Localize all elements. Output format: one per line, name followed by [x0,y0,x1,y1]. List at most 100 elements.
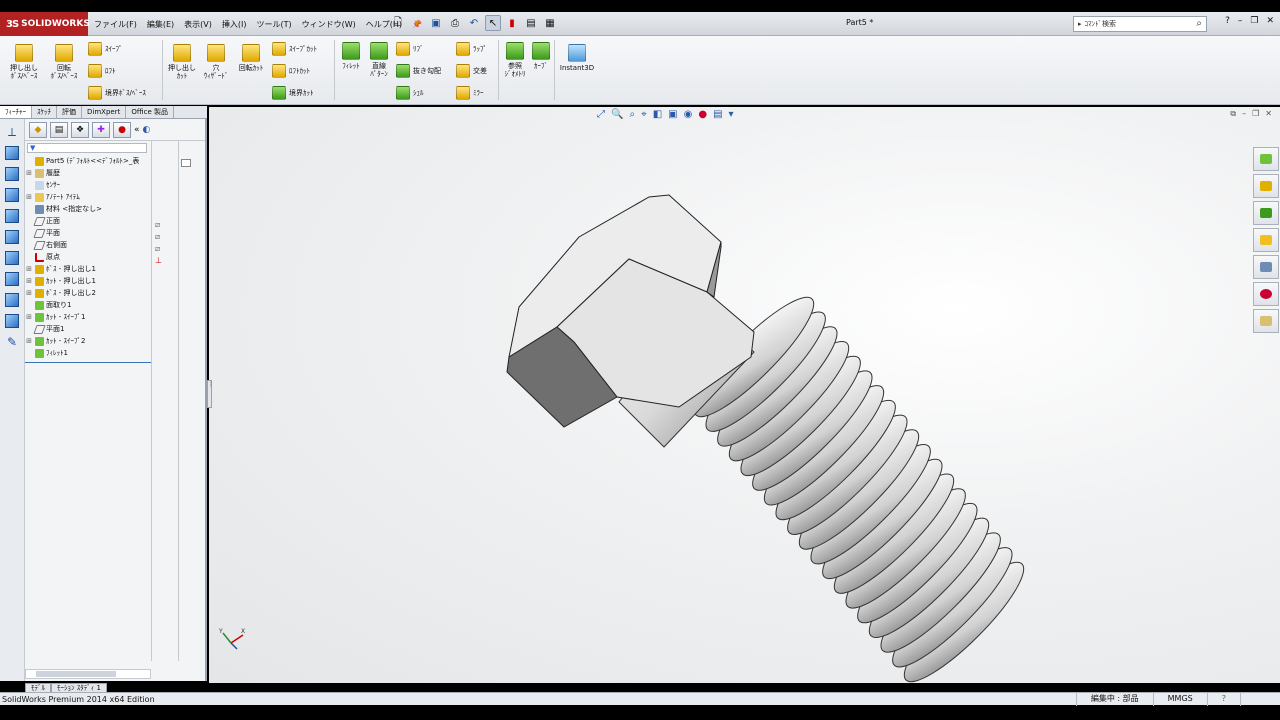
normal-to-icon[interactable]: ⟂ [4,124,20,140]
tree-item-top-plane[interactable]: 平面 [25,227,151,239]
tree-item-cut-extrude1[interactable]: ⊞ ｶｯﾄ - 押し出し1 [25,275,151,287]
expand-icon[interactable]: ⊞ [25,277,33,285]
expand-icon[interactable]: ⊞ [25,337,33,345]
shell-button[interactable]: ｼｪﾙ [396,86,424,100]
tree-item-boss-extrude1[interactable]: ⊞ ﾎﾞｽ - 押し出し1 [25,263,151,275]
menu-window[interactable]: ウィンドウ(W) [302,19,356,30]
sweep-cut-button[interactable]: ｽｲｰﾌﾟｶｯﾄ [272,42,317,56]
select-pointer-icon[interactable]: ↖ [485,15,501,31]
bolt-model[interactable] [209,107,1280,683]
isometric-view-icon[interactable] [4,271,20,287]
tree-item-part[interactable]: Part5 (ﾃﾞﾌｫﾙﾄ<<ﾃﾞﾌｫﾙﾄ>_表 [25,155,151,167]
panel-splitter-handle[interactable]: ⋮ [207,380,214,408]
tree-horizontal-scrollbar[interactable] [25,669,151,679]
new-document-icon[interactable]: 🗋 [390,15,406,31]
home-icon[interactable] [1253,174,1279,198]
wrap-button[interactable]: ﾗｯﾌﾟ [456,42,487,56]
trimetric-view-icon[interactable] [4,292,20,308]
feature-tree-tab-icon[interactable]: ◆ [29,121,47,138]
design-library-icon[interactable] [1253,201,1279,225]
menu-insert[interactable]: 挿入(I) [222,19,247,30]
reference-geometry-button[interactable]: 参照 ｼﾞｵﾒﾄﾘ [502,42,528,78]
solidworks-resources-icon[interactable] [1253,147,1279,171]
collapse-chevron-icon[interactable]: « [134,125,140,135]
tree-item-front-plane[interactable]: 正面 [25,215,151,227]
fillet-button[interactable]: ﾌｨﾚｯﾄ [338,42,364,70]
rollback-bar[interactable] [25,362,151,363]
instant3d-button[interactable]: Instant3D [558,44,596,72]
view-palette-icon[interactable] [1253,255,1279,279]
dimxpert-manager-tab-icon[interactable]: ✚ [92,121,110,138]
left-view-icon[interactable] [4,187,20,203]
boundary-boss-button[interactable]: 境界ﾎﾞｽ/ﾍﾞｰｽ [88,86,146,100]
print-icon[interactable]: ⎙ [447,15,463,31]
configuration-manager-tab-icon[interactable]: ❖ [71,121,89,138]
tree-item-sensors[interactable]: ｾﾝｻｰ [25,179,151,191]
boundary-cut-button[interactable]: 境界ｶｯﾄ [272,86,314,100]
panel-checkbox[interactable] [181,159,191,167]
display-manager-tab-icon[interactable]: ● [113,121,131,138]
unit-system[interactable]: MMGS [1152,693,1207,706]
solidworks-logo[interactable]: 3S SOLIDWORKS [0,12,90,36]
intersect-button[interactable]: 交差 [456,64,487,78]
extrude-cut-button[interactable]: 押し出し ｶｯﾄ [166,44,198,80]
tree-item-plane1[interactable]: 平面1 [25,323,151,335]
back-view-icon[interactable] [4,166,20,182]
appearance-icon[interactable]: ◐ [143,125,151,135]
right-view-icon[interactable] [4,208,20,224]
appearances-scenes-icon[interactable] [1253,282,1279,306]
menu-file[interactable]: ファイル(F) [94,19,137,30]
draft-button[interactable]: 抜き勾配 [396,64,441,78]
tab-sketch[interactable]: ｽｹｯﾁ [32,106,57,118]
revolve-boss-button[interactable]: 回転 ﾎﾞｽ/ﾍﾞｰｽ [46,44,82,80]
linear-pattern-button[interactable]: 直線 ﾊﾟﾀｰﾝ [366,42,392,78]
options-icon[interactable]: ▦ [542,15,558,31]
property-manager-tab-icon[interactable]: ▤ [50,121,68,138]
search-icon[interactable]: ⌕ [1196,18,1202,29]
close-icon[interactable]: ✕ [1266,16,1274,26]
dimetric-view-icon[interactable] [4,313,20,329]
save-icon[interactable]: ▣ [428,15,444,31]
tab-dimxpert[interactable]: DimXpert [82,106,127,118]
loft-cut-button[interactable]: ﾛﾌﾄｶｯﾄ [272,64,310,78]
scrollbar-thumb[interactable] [36,671,116,677]
expand-icon[interactable]: ⊞ [25,289,33,297]
expand-icon[interactable]: ⊞ [25,193,33,201]
expand-icon[interactable]: ⊞ [25,169,33,177]
tree-item-cut-sweep2[interactable]: ⊞ ｶｯﾄ - ｽｲｰﾌﾟ2 [25,335,151,347]
sweep-button[interactable]: ｽｲｰﾌﾟ [88,42,123,56]
file-explorer-icon[interactable] [1253,228,1279,252]
feature-filter-input[interactable]: ▼ [27,143,147,153]
help-icon[interactable]: ? [1225,16,1230,26]
graphics-area[interactable]: ⤢ 🔍 ⌕ ⌖ ◧ ▣ ◉ ● ▤ ▾ ⧉ – ❐ ✕ Y X [209,107,1280,683]
tab-evaluate[interactable]: 評価 [57,106,82,118]
help-status-icon[interactable]: ? [1206,693,1240,706]
top-view-icon[interactable] [4,229,20,245]
curves-button[interactable]: ｶｰﾌﾞ [530,42,552,70]
loft-button[interactable]: ﾛﾌﾄ [88,64,116,78]
menu-view[interactable]: 表示(V) [184,19,212,30]
expand-icon[interactable]: ⊞ [25,313,33,321]
expand-icon[interactable]: ⊞ [25,265,33,273]
tree-item-annotations[interactable]: ⊞ ｱﾉﾃｰﾄ ｱｲﾃﾑ [25,191,151,203]
tree-item-chamfer1[interactable]: 面取り1 [25,299,151,311]
tab-features[interactable]: ﾌｨｰﾁｬｰ [0,106,32,118]
mirror-button[interactable]: ﾐﾗｰ [456,86,484,100]
tree-item-cut-sweep1[interactable]: ⊞ ｶｯﾄ - ｽｲｰﾌﾟ1 [25,311,151,323]
menu-edit[interactable]: 編集(E) [147,19,174,30]
tree-item-fillet1[interactable]: ﾌｨﾚｯﾄ1 [25,347,151,359]
file-properties-icon[interactable]: ▤ [523,15,539,31]
revolve-cut-button[interactable]: 回転ｶｯﾄ [234,44,268,72]
restore-icon[interactable]: ❐ [1250,16,1258,26]
undo-icon[interactable]: ↶ [466,15,482,31]
menu-tools[interactable]: ツール(T) [256,19,291,30]
tab-office-products[interactable]: Office 製品 [126,106,174,118]
command-search-input[interactable]: ▸ ｺﾏﾝﾄﾞ検索 ⌕ [1073,16,1207,32]
tree-item-origin[interactable]: 原点 [25,251,151,263]
tree-item-history[interactable]: ⊞ 履歴 [25,167,151,179]
rib-button[interactable]: ﾘﾌﾞ [396,42,424,56]
tree-item-right-plane[interactable]: 右側面 [25,239,151,251]
rebuild-icon[interactable]: ▮ [504,15,520,31]
sketch-tool-icon[interactable]: ✎ [4,334,20,350]
custom-properties-icon[interactable] [1253,309,1279,333]
